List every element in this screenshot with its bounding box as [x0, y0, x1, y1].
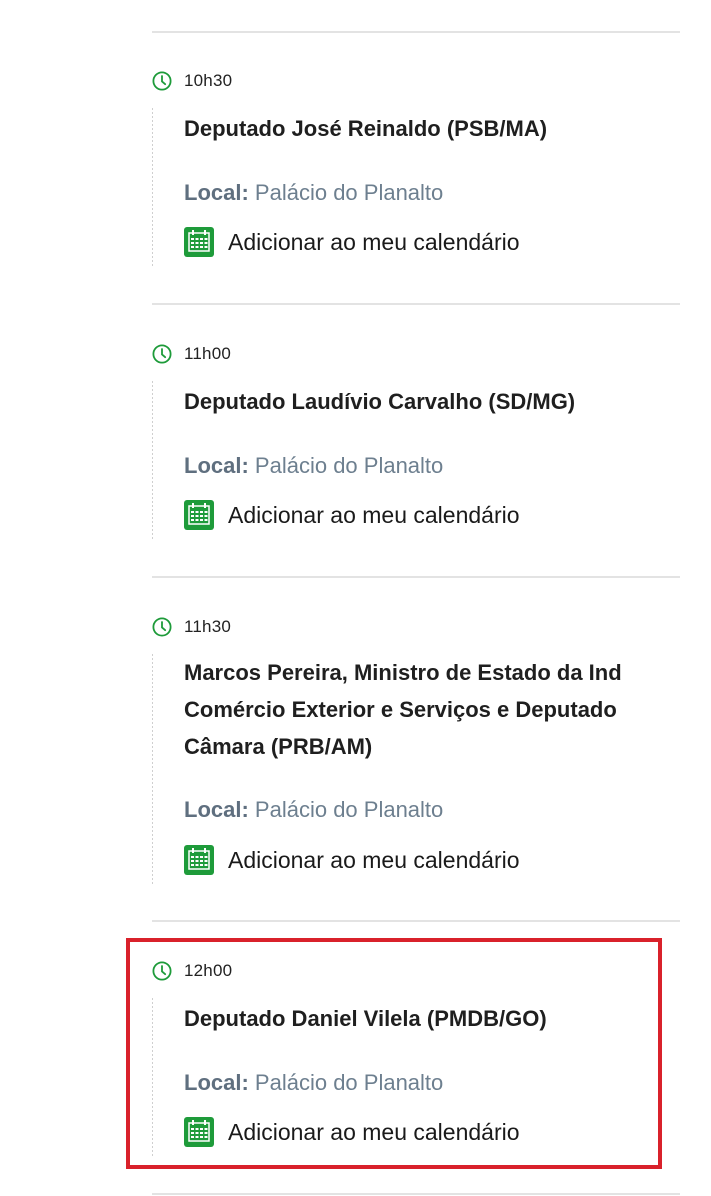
- event-time: 11h30: [184, 617, 232, 636]
- timeline-rail: [152, 998, 153, 1158]
- clock-icon: [152, 617, 172, 637]
- event-item: 10h30 Deputado José Reinaldo (PSB/MA) Lo…: [152, 70, 680, 270]
- clock-icon: [152, 344, 172, 364]
- event-title-line: Comércio Exterior e Serviços e Deputado: [184, 697, 617, 722]
- calendar-icon: [184, 1117, 214, 1147]
- add-to-calendar-link[interactable]: Adicionar ao meu calendário: [184, 1117, 520, 1147]
- add-to-calendar-link[interactable]: Adicionar ao meu calendário: [184, 845, 520, 875]
- event-location: Local: Palácio do Planalto: [184, 797, 443, 823]
- location-value: Palácio do Planalto: [254, 453, 444, 478]
- event-time: 11h00: [184, 344, 232, 363]
- event-time-row: 10h30: [152, 70, 232, 92]
- separator: [152, 1193, 680, 1195]
- location-label: Local:: [184, 180, 249, 205]
- location-value: Palácio do Planalto: [254, 180, 444, 205]
- clock-icon: [152, 71, 172, 91]
- event-location: Local: Palácio do Planalto: [184, 180, 443, 206]
- separator: [152, 31, 680, 33]
- separator: [152, 920, 680, 922]
- add-to-calendar-link[interactable]: Adicionar ao meu calendário: [184, 500, 520, 530]
- calendar-icon: [184, 227, 214, 257]
- event-title-line: Deputado José Reinaldo (PSB/MA): [184, 116, 548, 141]
- event-item: 12h00 Deputado Daniel Vilela (PMDB/GO) L…: [152, 960, 680, 1160]
- event-title-line: Câmara (PRB/AM): [184, 734, 373, 759]
- location-value: Palácio do Planalto: [254, 1070, 444, 1095]
- event-title-line: Deputado Laudívio Carvalho (SD/MG): [184, 389, 576, 414]
- agenda-list: 10h30 Deputado José Reinaldo (PSB/MA) Lo…: [152, 0, 680, 1196]
- calendar-icon: [184, 845, 214, 875]
- event-time-row: 12h00: [152, 960, 232, 982]
- location-value: Palácio do Planalto: [254, 797, 444, 822]
- event-title: Deputado Daniel Vilela (PMDB/GO): [184, 1000, 547, 1037]
- event-title-line: Marcos Pereira, Ministro de Estado da In…: [184, 660, 622, 685]
- add-to-calendar-label: Adicionar ao meu calendário: [228, 846, 520, 873]
- event-item: 11h00 Deputado Laudívio Carvalho (SD/MG)…: [152, 343, 680, 543]
- separator: [152, 576, 680, 578]
- calendar-icon: [184, 500, 214, 530]
- event-time-row: 11h30: [152, 616, 231, 638]
- event-item: 11h30 Marcos Pereira, Ministro de Estado…: [152, 616, 680, 886]
- add-to-calendar-link[interactable]: Adicionar ao meu calendário: [184, 227, 520, 257]
- location-label: Local:: [184, 1070, 249, 1095]
- event-time-row: 11h00: [152, 343, 231, 365]
- timeline-rail: [152, 108, 153, 268]
- location-label: Local:: [184, 453, 249, 478]
- clock-icon: [152, 961, 172, 981]
- event-location: Local: Palácio do Planalto: [184, 453, 443, 479]
- event-title: Deputado Laudívio Carvalho (SD/MG): [184, 383, 575, 420]
- separator: [152, 303, 680, 305]
- timeline-rail: [152, 654, 153, 886]
- add-to-calendar-label: Adicionar ao meu calendário: [228, 228, 520, 255]
- event-time: 10h30: [184, 71, 233, 90]
- add-to-calendar-label: Adicionar ao meu calendário: [228, 1118, 520, 1145]
- event-location: Local: Palácio do Planalto: [184, 1070, 443, 1096]
- timeline-rail: [152, 381, 153, 541]
- event-time: 12h00: [184, 961, 233, 980]
- location-label: Local:: [184, 797, 249, 822]
- event-title: Deputado José Reinaldo (PSB/MA): [184, 110, 547, 147]
- add-to-calendar-label: Adicionar ao meu calendário: [228, 501, 520, 528]
- event-title: Marcos Pereira, Ministro de Estado da In…: [184, 654, 622, 765]
- event-title-line: Deputado Daniel Vilela (PMDB/GO): [184, 1006, 547, 1031]
